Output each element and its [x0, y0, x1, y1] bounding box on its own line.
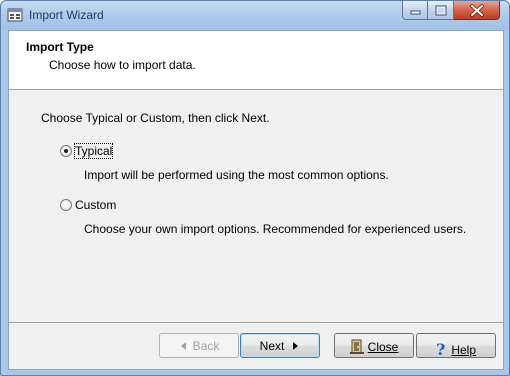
close-button[interactable]: Close — [334, 333, 414, 358]
back-button-label: Back — [192, 339, 220, 353]
minimize-button[interactable] — [402, 1, 428, 20]
right-arrow-icon — [293, 342, 299, 350]
import-wizard-app-icon — [7, 7, 23, 23]
title-bar[interactable]: Import Wizard — [1, 1, 509, 30]
close-button-label: Close — [367, 340, 399, 354]
left-arrow-icon — [180, 342, 186, 350]
button-bar-divider — [9, 322, 503, 324]
custom-radio[interactable] — [60, 199, 72, 211]
typical-description: Import will be performed using the most … — [84, 168, 389, 182]
help-button-label: Help — [451, 343, 477, 357]
instruction-text: Choose Typical or Custom, then click Nex… — [41, 111, 270, 125]
page-subtitle: Choose how to import data. — [49, 58, 196, 72]
custom-description: Choose your own import options. Recommen… — [84, 222, 467, 236]
typical-radio[interactable] — [60, 145, 72, 157]
maximize-icon — [435, 5, 447, 16]
window-title: Import Wizard — [29, 8, 104, 22]
wizard-header: Import Type Choose how to import data. — [9, 31, 503, 90]
minimize-icon — [410, 10, 421, 15]
custom-radio-label[interactable]: Custom — [75, 198, 116, 212]
back-button[interactable]: Back — [159, 333, 239, 358]
door-icon — [349, 339, 364, 354]
help-button[interactable]: ? Help — [416, 333, 496, 359]
import-wizard-window: Import Wizard Import Type Choose how to … — [0, 0, 510, 376]
close-x-icon — [470, 4, 484, 17]
next-button[interactable]: Next — [240, 333, 320, 358]
next-button-label: Next — [259, 339, 285, 353]
typical-radio-label[interactable]: Typical — [73, 143, 114, 159]
page-title: Import Type — [26, 40, 94, 54]
question-mark-icon: ? — [435, 340, 446, 359]
maximize-button[interactable] — [428, 1, 454, 20]
window-close-button[interactable] — [454, 1, 500, 20]
wizard-client-area: Import Type Choose how to import data. C… — [8, 30, 504, 370]
